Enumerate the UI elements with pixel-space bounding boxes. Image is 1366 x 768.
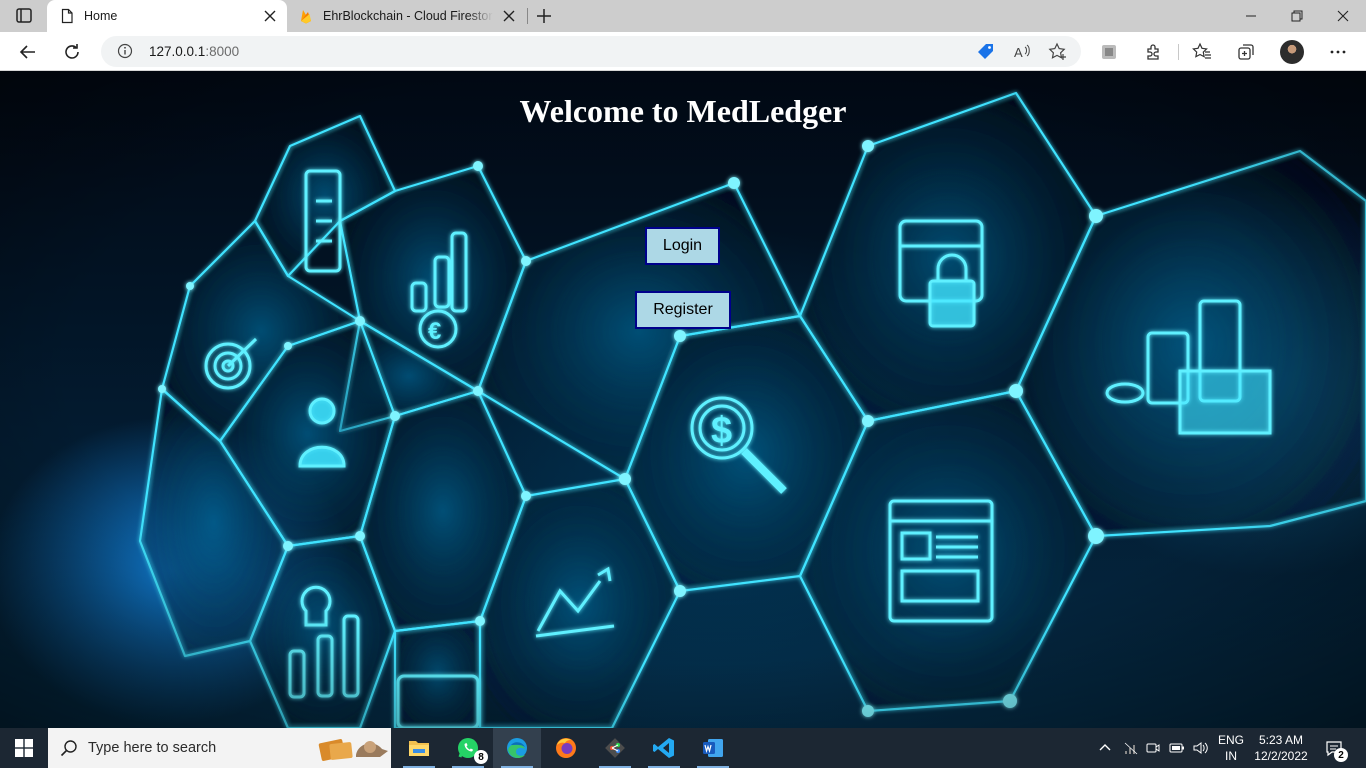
keyboard-region: IN xyxy=(1225,749,1237,763)
close-tab-icon[interactable] xyxy=(263,9,277,23)
input-language[interactable]: ENG IN xyxy=(1212,732,1250,764)
add-favorite-icon[interactable] xyxy=(1048,42,1068,62)
tab-separator xyxy=(527,8,528,24)
shopping-tag-icon[interactable] xyxy=(976,42,996,62)
register-button[interactable]: Register xyxy=(635,291,731,329)
profile-avatar[interactable] xyxy=(1280,40,1304,64)
favorites-icon[interactable] xyxy=(1189,39,1215,65)
windows-taskbar: Type here to search 8 ENG IN 5:23 AM 12/… xyxy=(0,728,1366,768)
firefox-icon[interactable] xyxy=(542,728,590,768)
tab-actions-menu-icon[interactable] xyxy=(12,7,36,25)
search-icon xyxy=(60,739,78,757)
minimize-icon[interactable] xyxy=(1228,0,1274,32)
network-icon[interactable] xyxy=(1120,728,1142,768)
more-icon[interactable] xyxy=(1325,39,1351,65)
windows-start-icon[interactable] xyxy=(0,728,48,768)
read-aloud-icon[interactable]: A xyxy=(1012,42,1032,62)
tab-title: Home xyxy=(84,9,118,23)
tab-strip: Home EhrBlockchain - Cloud Firestore xyxy=(0,0,1366,32)
notification-count-badge: 2 xyxy=(1334,748,1348,762)
file-explorer-icon[interactable] xyxy=(395,728,443,768)
meet-now-icon[interactable] xyxy=(1142,728,1164,768)
collections-icon[interactable] xyxy=(1096,39,1122,65)
tab-home[interactable]: Home xyxy=(47,0,287,32)
page-icon xyxy=(59,8,75,24)
system-clock[interactable]: 5:23 AM 12/2/2022 xyxy=(1252,732,1310,764)
tab-firestore[interactable]: EhrBlockchain - Cloud Firestore xyxy=(290,0,526,32)
clock-date: 12/2/2022 xyxy=(1254,749,1308,763)
show-hidden-icons-chevron-icon[interactable] xyxy=(1094,728,1116,768)
close-window-icon[interactable] xyxy=(1320,0,1366,32)
search-placeholder: Type here to search xyxy=(88,740,217,756)
back-icon[interactable] xyxy=(15,39,41,65)
notification-center-icon[interactable]: 2 xyxy=(1318,728,1350,768)
language-code: ENG xyxy=(1217,733,1244,747)
address-bar[interactable]: 127.0.0.1:8000 A xyxy=(101,36,1081,67)
login-button[interactable]: Login xyxy=(645,227,720,265)
git-icon[interactable] xyxy=(591,728,639,768)
tab-actions-icon[interactable] xyxy=(1233,39,1259,65)
url-text: 127.0.0.1:8000 xyxy=(149,44,240,59)
edge-icon[interactable] xyxy=(493,728,541,768)
hexagon-network-background: $ € xyxy=(0,71,1366,728)
refresh-icon[interactable] xyxy=(59,39,85,65)
clock-time: 5:23 AM xyxy=(1258,733,1304,747)
vscode-icon[interactable] xyxy=(640,728,688,768)
extensions-icon[interactable] xyxy=(1140,39,1166,65)
close-tab-icon[interactable] xyxy=(502,9,516,23)
page-title: Welcome to MedLedger xyxy=(519,93,847,129)
new-tab-icon[interactable] xyxy=(534,6,554,26)
taskbar-search-box[interactable]: Type here to search xyxy=(48,728,391,768)
info-icon[interactable] xyxy=(117,43,133,59)
whatsapp-icon[interactable]: 8 xyxy=(444,728,492,768)
notification-badge: 8 xyxy=(474,750,488,764)
browser-toolbar: 127.0.0.1:8000 A xyxy=(0,32,1366,71)
volume-icon[interactable] xyxy=(1189,728,1211,768)
firebase-icon xyxy=(298,8,314,24)
tab-title: EhrBlockchain - Cloud Firestore xyxy=(323,9,493,23)
svg-text:A: A xyxy=(1014,45,1023,60)
page-viewport: $ € xyxy=(0,71,1366,728)
battery-icon[interactable] xyxy=(1166,728,1188,768)
toolbar-separator xyxy=(1178,44,1179,60)
search-highlight-icon xyxy=(318,733,390,763)
restore-icon[interactable] xyxy=(1274,0,1320,32)
word-icon[interactable] xyxy=(689,728,737,768)
